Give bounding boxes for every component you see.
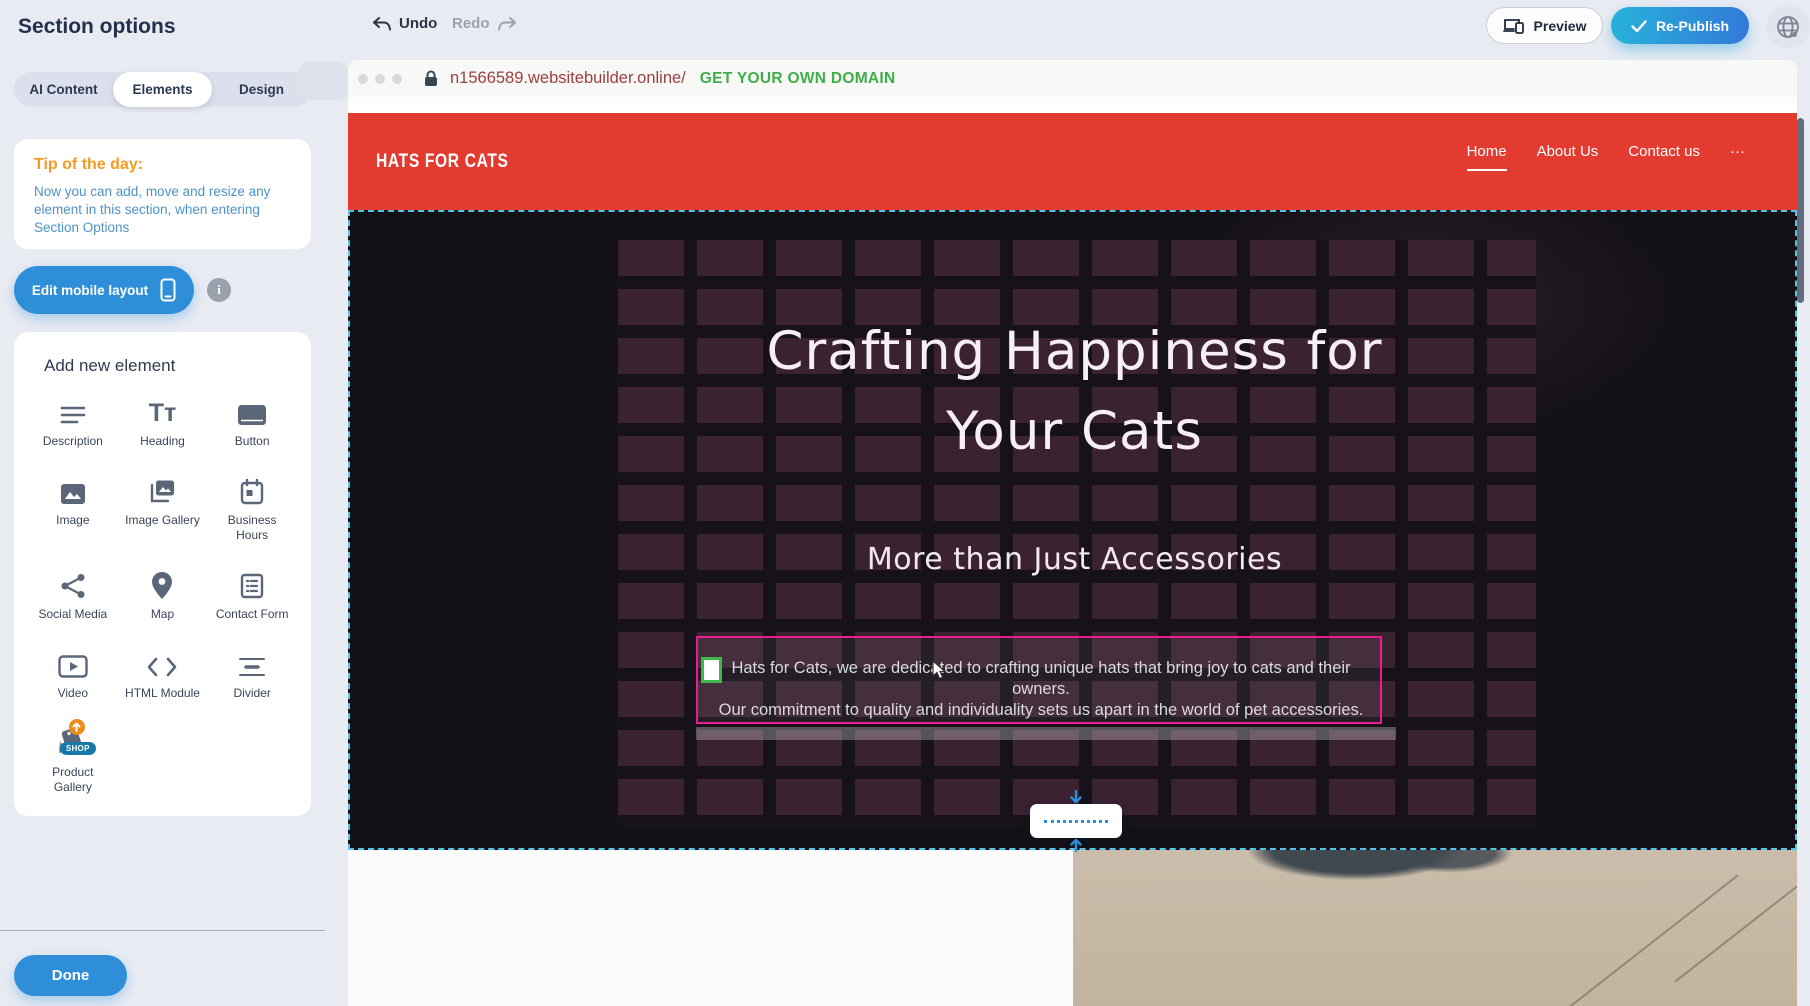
add-element-title: Add new element [44, 356, 297, 376]
site-header[interactable]: HATS FOR CATS Home About Us Contact us ·… [348, 113, 1797, 210]
mobile-phone-icon [160, 278, 176, 302]
heading-icon: Tт [149, 396, 177, 426]
social-media-icon [60, 569, 86, 599]
divider-icon [238, 648, 266, 678]
site-nav: Home About Us Contact us ··· [1467, 143, 1745, 171]
contact-form-icon [240, 569, 264, 599]
devices-icon [1503, 18, 1525, 34]
description-icon [59, 396, 87, 426]
hero-section-selected[interactable]: Crafting Happiness for Your Cats More th… [348, 210, 1797, 850]
page-title: Section options [18, 15, 176, 39]
tab-ai-content[interactable]: AI Content [14, 72, 113, 107]
element-divider[interactable]: Divider [207, 648, 297, 701]
browser-chrome-bar: n1566589.websitebuilder.online/ GET YOUR… [348, 60, 1797, 97]
section-options-panel: AI Content Elements Design Tip of the da… [0, 55, 325, 1006]
element-video[interactable]: Video [28, 648, 118, 701]
business-hours-icon [240, 475, 264, 505]
panel-divider [0, 930, 325, 931]
hero-title-line2: Your Cats [350, 392, 1797, 472]
element-hover-strip [696, 727, 1396, 740]
button-icon [237, 396, 267, 426]
page-scrollbar[interactable] [1797, 118, 1804, 303]
site-url[interactable]: n1566589.websitebuilder.online/ [450, 69, 686, 88]
element-description[interactable]: Description [28, 396, 118, 449]
language-globe-button[interactable] [1766, 5, 1810, 49]
selected-description-element[interactable]: Hats for Cats, we are dedicated to craft… [696, 636, 1382, 724]
tile-seam [1469, 875, 1738, 1006]
image-icon [60, 475, 86, 505]
add-element-card: Add new element Description Tт Heading [14, 332, 311, 816]
element-map[interactable]: Map [118, 569, 208, 622]
shop-badge: SHOP [60, 742, 96, 755]
redo-label: Redo [452, 15, 490, 32]
globe-icon [1775, 14, 1801, 40]
tip-of-the-day-card: Tip of the day: Now you can add, move an… [14, 139, 311, 249]
hero-title-line1: Crafting Happiness for [350, 312, 1797, 392]
arrow-up-icon [1070, 839, 1082, 852]
map-pin-icon [152, 569, 172, 599]
tip-body: Now you can add, move and resize any ele… [34, 183, 291, 237]
element-image[interactable]: Image [28, 475, 118, 543]
resize-dotted-line [1044, 820, 1108, 823]
tab-design[interactable]: Design [212, 72, 311, 107]
html-code-icon [147, 648, 177, 678]
nav-home[interactable]: Home [1467, 143, 1507, 171]
tab-elements[interactable]: Elements [113, 72, 212, 107]
redo-button[interactable]: Redo [452, 15, 517, 32]
browser-chrome-edge [299, 62, 348, 100]
element-heading[interactable]: Tт Heading [118, 396, 208, 449]
done-button[interactable]: Done [14, 955, 127, 996]
image-gallery-icon [148, 475, 176, 505]
video-icon [58, 648, 88, 678]
nav-about-us[interactable]: About Us [1537, 143, 1599, 169]
top-toolbar: Section options Undo Redo Preview [0, 0, 1810, 55]
next-section-image[interactable] [1073, 850, 1797, 1006]
hero-description-text[interactable]: Hats for Cats, we are dedicated to craft… [716, 658, 1366, 721]
edit-mobile-layout-button[interactable]: Edit mobile layout [14, 266, 194, 314]
preview-button[interactable]: Preview [1486, 7, 1603, 44]
nav-contact-us[interactable]: Contact us [1628, 143, 1700, 169]
republish-button[interactable]: Re-Publish [1611, 7, 1749, 44]
hero-subtitle[interactable]: More than Just Accessories [350, 542, 1797, 577]
element-social-media[interactable]: Social Media [28, 569, 118, 622]
nav-more[interactable]: ··· [1730, 143, 1745, 169]
section-resize-handle[interactable] [1030, 804, 1122, 838]
element-image-gallery[interactable]: Image Gallery [118, 475, 208, 543]
lock-icon [424, 70, 438, 87]
info-icon[interactable]: i [207, 278, 231, 302]
get-domain-link[interactable]: GET YOUR OWN DOMAIN [700, 70, 896, 88]
product-gallery-icon: SHOP [51, 727, 95, 757]
next-section-blank[interactable] [348, 850, 1073, 1006]
element-contact-form[interactable]: Contact Form [207, 569, 297, 622]
preview-label: Preview [1534, 18, 1587, 34]
check-icon [1631, 20, 1647, 32]
undo-button[interactable]: Undo [372, 15, 437, 32]
hero-title[interactable]: Crafting Happiness for Your Cats [350, 312, 1797, 472]
site-preview-area: n1566589.websitebuilder.online/ GET YOUR… [348, 60, 1797, 1006]
element-product-gallery[interactable]: SHOP Product Gallery [28, 727, 118, 795]
website-page: HATS FOR CATS Home About Us Contact us ·… [348, 97, 1797, 1006]
window-dots-icon [358, 74, 402, 84]
element-grid: Description Tт Heading Button [28, 396, 297, 795]
element-business-hours[interactable]: Business Hours [207, 475, 297, 543]
arrow-down-icon [1070, 790, 1082, 803]
element-button[interactable]: Button [207, 396, 297, 449]
panel-tabs: AI Content Elements Design [14, 72, 311, 107]
undo-icon [372, 17, 392, 31]
redo-icon [497, 17, 517, 31]
tip-title: Tip of the day: [34, 156, 291, 174]
undo-label: Undo [399, 15, 437, 32]
site-logo[interactable]: HATS FOR CATS [376, 151, 509, 173]
republish-label: Re-Publish [1656, 18, 1729, 34]
edit-mobile-label: Edit mobile layout [32, 283, 148, 298]
element-html-module[interactable]: HTML Module [118, 648, 208, 701]
upgrade-arrow-icon [69, 719, 85, 735]
